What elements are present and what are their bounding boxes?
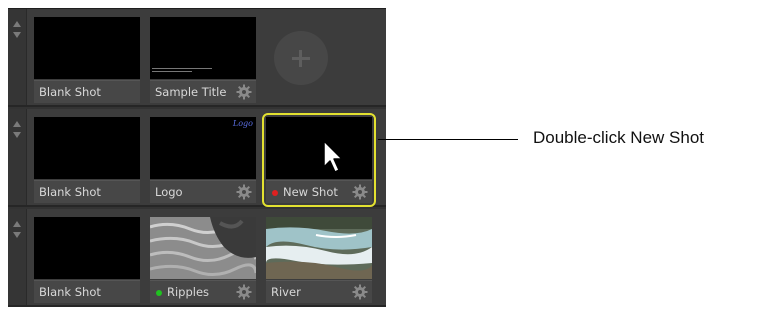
shot-logo[interactable]: Logo Logo xyxy=(150,117,256,203)
shot-label-bar: Sample Title xyxy=(150,80,256,103)
move-down-icon[interactable] xyxy=(13,132,21,138)
shot-new-shot[interactable]: New Shot xyxy=(262,113,376,207)
shot-label: River xyxy=(271,285,301,299)
shot-label-bar: Logo xyxy=(150,180,256,203)
row-reorder-handle[interactable] xyxy=(8,109,27,205)
gear-icon[interactable] xyxy=(236,84,252,100)
gear-icon[interactable] xyxy=(236,284,252,300)
move-up-icon[interactable] xyxy=(13,221,21,227)
shot-label: Ripples xyxy=(167,285,210,299)
shot-thumbnail[interactable] xyxy=(150,217,256,279)
row-reorder-handle[interactable] xyxy=(8,209,27,305)
move-down-icon[interactable] xyxy=(13,232,21,238)
shot-label-bar: Blank Shot xyxy=(34,180,140,203)
shot-label-bar: New Shot xyxy=(266,180,372,203)
shot-label: New Shot xyxy=(283,185,338,199)
shot-sample-title[interactable]: Sample Title xyxy=(150,17,256,103)
shot-label: Blank Shot xyxy=(39,285,101,299)
shot-thumbnail[interactable] xyxy=(34,17,140,79)
shot-label-bar: Blank Shot xyxy=(34,80,140,103)
layer-row-1: Blank Shot Sample Title xyxy=(8,9,386,107)
live-status-dot xyxy=(272,190,278,196)
shot-thumbnail[interactable] xyxy=(266,217,372,279)
shot-label: Blank Shot xyxy=(39,85,101,99)
move-up-icon[interactable] xyxy=(13,21,21,27)
shot-label: Logo xyxy=(155,185,183,199)
shot-thumbnail[interactable]: Logo xyxy=(150,117,256,179)
ripples-thumbnail-image xyxy=(150,217,256,279)
move-down-icon[interactable] xyxy=(13,32,21,38)
move-up-icon[interactable] xyxy=(13,121,21,127)
shot-river[interactable]: River xyxy=(266,217,372,303)
shot-thumbnail[interactable] xyxy=(34,217,140,279)
shot-thumbnail[interactable] xyxy=(266,117,372,179)
callout-instruction: Double-click New Shot xyxy=(533,128,705,147)
shot-blank-shot[interactable]: Blank Shot xyxy=(34,17,140,103)
gear-icon[interactable] xyxy=(352,284,368,300)
live-status-dot xyxy=(156,290,162,296)
shot-thumbnail[interactable] xyxy=(150,17,256,79)
gear-icon[interactable] xyxy=(352,184,368,200)
gear-icon[interactable] xyxy=(236,184,252,200)
shot-blank-shot[interactable]: Blank Shot xyxy=(34,117,140,203)
shot-label: Blank Shot xyxy=(39,185,101,199)
title-preview-lines xyxy=(152,68,212,76)
shot-blank-shot[interactable]: Blank Shot xyxy=(34,217,140,303)
mouse-cursor-icon xyxy=(323,140,343,173)
row-reorder-handle[interactable] xyxy=(8,9,27,105)
shot-label: Sample Title xyxy=(155,85,227,99)
shot-ripples[interactable]: Ripples xyxy=(150,217,256,303)
shot-label-bar: River xyxy=(266,280,372,303)
shot-label-bar: Ripples xyxy=(150,280,256,303)
layer-row-3: Blank Shot Ripples River xyxy=(8,209,386,307)
shot-label-bar: Blank Shot xyxy=(34,280,140,303)
river-thumbnail-image xyxy=(266,217,372,279)
shot-thumbnail[interactable] xyxy=(34,117,140,179)
logo-preview-text: Logo xyxy=(232,119,253,128)
add-shot-button[interactable] xyxy=(274,31,328,85)
callout-leader-line xyxy=(378,139,518,140)
